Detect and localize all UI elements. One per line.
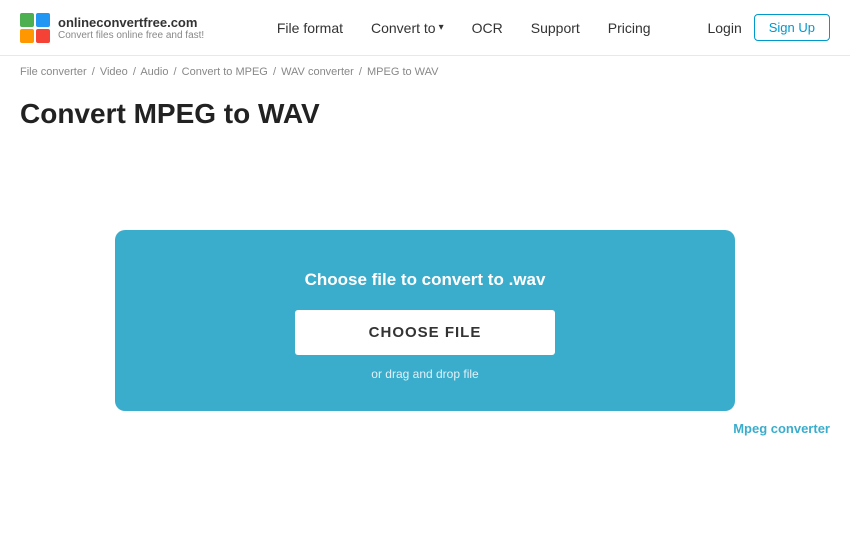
nav-item-support[interactable]: Support <box>531 20 580 36</box>
logo-tagline: Convert files online free and fast! <box>58 30 204 41</box>
header-actions: Login Sign Up <box>707 14 830 41</box>
breadcrumb-wav-converter[interactable]: WAV converter <box>281 66 354 78</box>
breadcrumb-video[interactable]: Video <box>100 66 128 78</box>
breadcrumb-audio[interactable]: Audio <box>140 66 168 78</box>
upload-title: Choose file to convert to .wav <box>305 270 546 290</box>
upload-section: Choose file to convert to .wav CHOOSE FI… <box>20 230 830 411</box>
signup-button[interactable]: Sign Up <box>754 14 830 41</box>
breadcrumb-mpeg-to-wav[interactable]: MPEG to WAV <box>367 66 439 78</box>
nav-item-file-format[interactable]: File format <box>277 20 343 36</box>
nav-item-ocr[interactable]: OCR <box>472 20 503 36</box>
logo-text-area: onlineconvertfree.com Convert files onli… <box>58 15 204 41</box>
mpeg-converter-label: Mpeg converter <box>0 411 850 446</box>
choose-file-button[interactable]: CHOOSE FILE <box>295 310 555 355</box>
chevron-down-icon: ▾ <box>439 22 444 33</box>
header: onlineconvertfree.com Convert files onli… <box>0 0 850 56</box>
page-title-area: Convert MPEG to WAV <box>0 88 850 150</box>
page-title: Convert MPEG to WAV <box>20 98 830 130</box>
logo-name[interactable]: onlineconvertfree.com <box>58 15 204 30</box>
breadcrumb: File converter / Video / Audio / Convert… <box>0 56 850 88</box>
drag-drop-text: or drag and drop file <box>371 367 478 381</box>
breadcrumb-convert-to-mpeg[interactable]: Convert to MPEG <box>182 66 268 78</box>
nav-item-pricing[interactable]: Pricing <box>608 20 651 36</box>
breadcrumb-file-converter[interactable]: File converter <box>20 66 87 78</box>
nav-item-convert-to[interactable]: Convert to ▾ <box>371 20 444 36</box>
main-nav: File format Convert to ▾ OCR Support Pri… <box>220 20 707 36</box>
upload-box: Choose file to convert to .wav CHOOSE FI… <box>115 230 735 411</box>
logo-icon <box>20 13 50 43</box>
logo-area: onlineconvertfree.com Convert files onli… <box>20 13 220 43</box>
login-button[interactable]: Login <box>707 20 741 36</box>
